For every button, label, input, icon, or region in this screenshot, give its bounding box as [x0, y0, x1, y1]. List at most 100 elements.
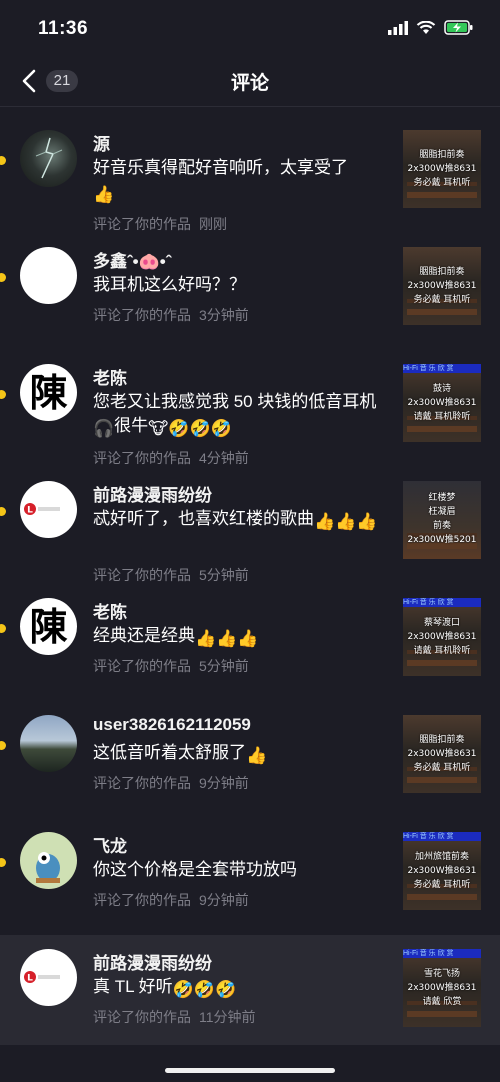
comment-action: 评论了你的作品	[93, 307, 191, 323]
thumbnail-caption: 胭脂扣前奏 2x300W推8631 务必戴 耳机听	[407, 267, 477, 305]
home-indicator[interactable]	[165, 1068, 335, 1073]
comment-text: 经典还是经典👍👍👍	[93, 624, 383, 651]
thumbs-up-icon: 👍	[246, 746, 268, 765]
comment-item[interactable]: 多鑫ˆ•🐽•ˆ 我耳机这么好吗？？ 评论了你的作品 3分钟前 胭脂扣前奏 2x30…	[0, 233, 500, 350]
signal-icon	[388, 20, 408, 35]
thumbnail-caption: 红楼梦 枉凝眉 前奏 2x300W推5201	[407, 493, 477, 545]
comment-time: 9分钟前	[199, 775, 249, 791]
comment-body: 您老又让我感觉我 50 块钱的低音耳机	[93, 392, 377, 411]
thumbs-up-icon: 👍👍👍	[195, 629, 259, 648]
thumbnail-caption: 蔡琴渡口 2x300W推8631 请戴 耳机聆听	[407, 618, 477, 656]
comment-author[interactable]: 老陈	[93, 598, 127, 623]
cartoon-character-icon	[36, 852, 60, 883]
headphones-icon: 🎧	[93, 419, 115, 438]
thumbnail-banner: Hi-Fi 音 乐 欣 赏	[403, 949, 481, 958]
comment-author[interactable]: 老陈	[93, 364, 127, 389]
unread-dot	[0, 273, 6, 282]
comment-action: 评论了你的作品	[93, 1009, 191, 1025]
svg-text:陳: 陳	[29, 604, 67, 649]
svg-text:L: L	[27, 506, 33, 516]
rofl-icon: 🤣🤣🤣	[168, 419, 232, 438]
unread-dot	[0, 390, 6, 399]
comment-meta: 评论了你的作品 9分钟前	[93, 890, 249, 910]
comment-text: 忒好听了，也喜欢红楼的歌曲👍👍👍	[93, 507, 383, 534]
brand-logo-icon: L	[24, 971, 60, 984]
video-thumbnail[interactable]: Hi-Fi 音 乐 欣 赏 加州旅馆前奏 2x300W推8631 务必戴 耳机听	[403, 832, 481, 910]
video-thumbnail[interactable]: Hi-Fi 音 乐 欣 赏 鼓诗 2x300W推8631 请戴 耳机聆听	[403, 364, 481, 442]
rofl-icon: 🤣🤣🤣	[172, 980, 237, 999]
unread-dot	[0, 507, 6, 516]
avatar[interactable]: L	[20, 949, 77, 1006]
comment-meta: 评论了你的作品 9分钟前	[93, 773, 249, 793]
video-thumbnail[interactable]: 红楼梦 枉凝眉 前奏 2x300W推5201	[403, 481, 481, 559]
status-bar: 11:36	[0, 0, 500, 56]
comment-time: 刚刚	[199, 216, 227, 232]
calligraphy-character-icon: 陳	[29, 604, 67, 649]
avatar[interactable]	[20, 832, 77, 889]
comment-author[interactable]: user3826162112059	[93, 715, 251, 735]
page-title: 评论	[230, 73, 269, 94]
comment-body: 这低音听着太舒服了	[93, 743, 246, 762]
wifi-icon	[416, 20, 436, 34]
avatar[interactable]	[20, 715, 77, 772]
svg-text:L: L	[27, 974, 33, 984]
comment-item[interactable]: 陳 老陈 您老又让我感觉我 50 块钱的低音耳机 🎧很牛🐮🤣🤣🤣 评论了你的作品 4…	[0, 350, 500, 467]
comment-text: 我耳机这么好吗？？	[93, 275, 246, 294]
comment-meta: 评论了你的作品 刚刚	[93, 214, 227, 234]
cow-icon: 🐮	[148, 419, 169, 438]
comment-text: 这低音听着太舒服了👍	[93, 741, 383, 768]
video-thumbnail[interactable]: Hi-Fi 音 乐 欣 赏 蔡琴渡口 2x300W推8631 请戴 耳机聆听	[403, 598, 481, 676]
status-time: 11:36	[38, 18, 89, 39]
avatar[interactable]: 陳	[20, 598, 77, 655]
comment-meta: 评论了你的作品 11分钟前	[93, 1007, 256, 1027]
thumbs-up-icon: 👍	[93, 185, 115, 204]
comment-item[interactable]: L 前路漫漫雨纷纷 真 TL 好听🤣🤣🤣 评论了你的作品 11分钟前 Hi-Fi …	[0, 935, 500, 1045]
comment-meta: 评论了你的作品 5分钟前	[93, 656, 249, 676]
comment-author[interactable]: 前路漫漫雨纷纷	[93, 949, 212, 974]
thumbnail-caption: 加州旅馆前奏 2x300W推8631 务必戴 耳机听	[407, 852, 477, 890]
thumbnail-caption: 胭脂扣前奏 2x300W推8631 务必戴 耳机听	[407, 150, 477, 188]
comment-author[interactable]: 飞龙	[93, 832, 127, 857]
lightning-figure-icon	[35, 137, 63, 179]
comment-author[interactable]: 源	[93, 130, 110, 155]
comment-item[interactable]: 飞龙 你这个价格是全套带功放吗 评论了你的作品 9分钟前 Hi-Fi 音 乐 欣 …	[0, 818, 500, 935]
comment-time: 9分钟前	[199, 892, 249, 908]
comment-item[interactable]: user3826162112059 这低音听着太舒服了👍 评论了你的作品 9分钟前…	[0, 701, 500, 818]
unread-dot	[0, 858, 6, 867]
thumbnail-caption: 鼓诗 2x300W推8631 请戴 耳机聆听	[407, 384, 477, 422]
avatar[interactable]: 陳	[20, 364, 77, 421]
comment-text: 真 TL 好听🤣🤣🤣	[93, 975, 383, 1002]
comment-meta: 评论了你的作品 3分钟前	[93, 305, 249, 325]
nav-bar: 21 评论	[0, 56, 500, 107]
calligraphy-character-icon: 陳	[29, 370, 67, 415]
comment-action: 评论了你的作品	[93, 658, 191, 674]
comment-item[interactable]: 源 好音乐真得配好音响听，太享受了 👍 评论了你的作品 刚刚 胭脂扣前奏 2x30…	[0, 116, 500, 233]
thumbnail-caption: 雪花飞扬 2x300W推8631 请戴 欣赏	[407, 969, 477, 1007]
comment-text: 你这个价格是全套带功放吗	[93, 860, 297, 879]
brand-logo-icon: L	[24, 503, 60, 516]
comment-action: 评论了你的作品	[93, 216, 191, 232]
comment-action: 评论了你的作品	[93, 775, 191, 791]
thumbnail-banner: Hi-Fi 音 乐 欣 赏	[403, 598, 481, 607]
comment-action: 评论了你的作品	[93, 567, 191, 583]
unread-dot	[0, 624, 6, 633]
avatar[interactable]	[20, 247, 77, 304]
comment-item[interactable]: 陳 老陈 经典还是经典👍👍👍 评论了你的作品 5分钟前 Hi-Fi 音 乐 欣 赏…	[0, 584, 500, 701]
unread-dot	[0, 156, 6, 165]
avatar[interactable]	[20, 130, 77, 187]
video-thumbnail[interactable]: Hi-Fi 音 乐 欣 赏 雪花飞扬 2x300W推8631 请戴 欣赏	[403, 949, 481, 1027]
comment-author[interactable]: 前路漫漫雨纷纷	[93, 481, 212, 506]
comment-body: 忒好听了，也喜欢红楼的歌曲	[93, 509, 314, 528]
video-thumbnail[interactable]: 胭脂扣前奏 2x300W推8631 务必戴 耳机听	[403, 715, 481, 793]
comment-item[interactable]: L 前路漫漫雨纷纷 忒好听了，也喜欢红楼的歌曲👍👍👍 评论了你的作品 5分钟前 红…	[0, 467, 500, 584]
battery-charging-icon	[444, 20, 473, 35]
comment-time: 5分钟前	[199, 567, 249, 583]
comment-text: 好音乐真得配好音响听，太享受了 👍	[93, 156, 383, 207]
comment-author[interactable]: 多鑫ˆ•🐽•ˆ	[93, 247, 171, 272]
thumbs-up-icon: 👍👍👍	[314, 512, 378, 531]
comment-action: 评论了你的作品	[93, 892, 191, 908]
thumbnail-banner: Hi-Fi 音 乐 欣 赏	[403, 832, 481, 841]
video-thumbnail[interactable]: 胭脂扣前奏 2x300W推8631 务必戴 耳机听	[403, 130, 481, 208]
video-thumbnail[interactable]: 胭脂扣前奏 2x300W推8631 务必戴 耳机听	[403, 247, 481, 325]
avatar[interactable]: L	[20, 481, 77, 538]
